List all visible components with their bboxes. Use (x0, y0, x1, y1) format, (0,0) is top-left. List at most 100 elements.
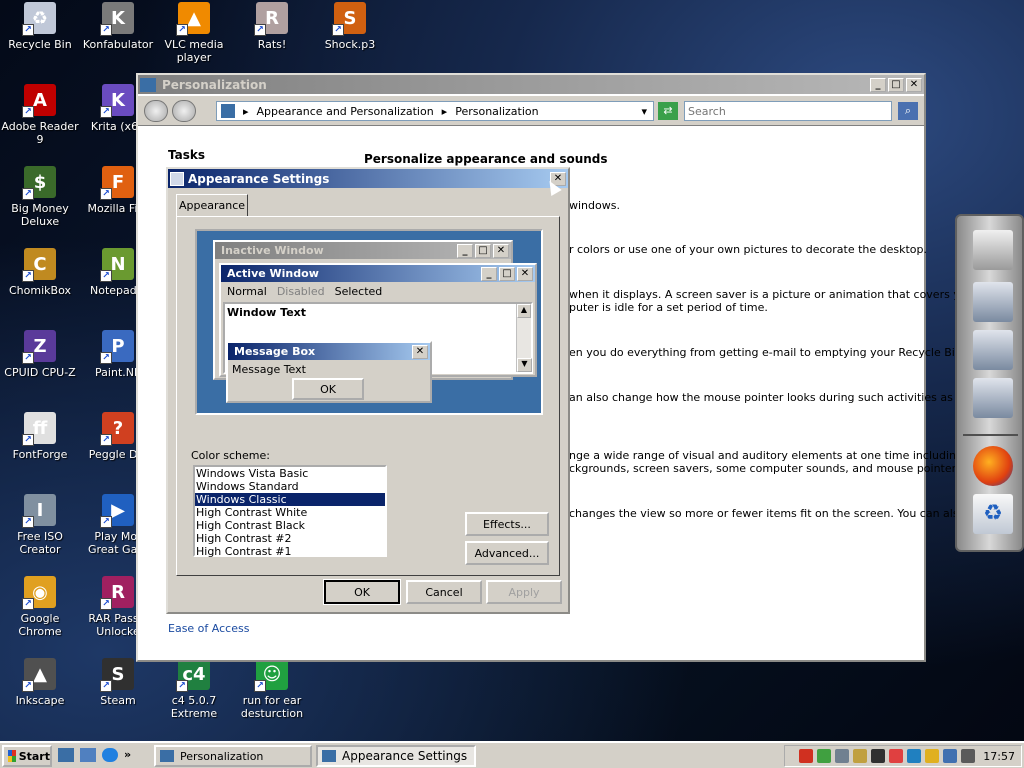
shortcut-arrow-icon: ↗ (22, 106, 34, 118)
color-scheme-option[interactable]: Windows Standard (195, 480, 385, 493)
desktop-icon[interactable]: S ↗ Shock.p3 (310, 2, 390, 51)
shortcut-arrow-icon: ↗ (332, 24, 344, 36)
window-icon (160, 750, 174, 762)
app-icon: ▲ ↗ (176, 2, 210, 36)
close-button[interactable]: ✕ (906, 77, 922, 92)
desktop-icon[interactable]: ☺ ↗ run for ear desturction (232, 658, 312, 720)
description-text: r colors or use one of your own pictures… (569, 243, 928, 256)
desktop-icon[interactable]: c4 ↗ c4 5.0.7 Extreme (154, 658, 234, 720)
shortcut-arrow-icon: ↗ (100, 680, 112, 692)
desktop-icon-label: Recycle Bin (8, 38, 72, 51)
effects-button[interactable]: Effects... (465, 512, 549, 536)
desktop-icon[interactable]: ▲ ↗ Inkscape (0, 658, 80, 707)
appearance-titlebar[interactable]: Appearance Settings ✕ (168, 169, 568, 188)
ie-icon[interactable] (102, 748, 118, 762)
apply-button[interactable]: Apply (486, 580, 562, 604)
tab-appearance[interactable]: Appearance (176, 194, 248, 216)
menu-normal: Normal (227, 284, 267, 298)
minimize-button[interactable]: _ (870, 77, 886, 92)
tray-icon[interactable] (871, 749, 886, 763)
active-window-title: Active Window (227, 267, 319, 280)
tray-icon[interactable] (853, 749, 868, 763)
tray-icon[interactable] (817, 749, 832, 763)
color-scheme-option[interactable]: High Contrast White (195, 506, 385, 519)
desktop-icon[interactable]: ◉ ↗ Google Chrome (0, 576, 80, 638)
folder-icon[interactable] (973, 378, 1013, 418)
shortcut-arrow-icon: ↗ (100, 270, 112, 282)
shortcut-arrow-icon: ↗ (100, 516, 112, 528)
desktop-icon[interactable]: R ↗ Rats! (232, 2, 312, 51)
personalization-titlebar[interactable]: Personalization _ □ ✕ (138, 75, 924, 94)
desktop-icon[interactable] (58, 748, 74, 762)
firefox-icon[interactable] (973, 446, 1013, 486)
desktop-icon[interactable]: $ ↗ Big Money Deluxe (0, 166, 80, 228)
color-scheme-option[interactable]: High Contrast #1 (195, 545, 385, 558)
tray-icon[interactable] (889, 749, 904, 763)
window-text: Window Text (227, 306, 307, 319)
volume-icon[interactable] (961, 749, 976, 763)
desktop-icon-label: Steam (100, 694, 136, 707)
clock[interactable]: 17:57 (983, 750, 1015, 763)
inactive-window-title: Inactive Window (221, 244, 324, 257)
color-scheme-option[interactable]: Windows Classic (195, 493, 385, 506)
desktop-icon[interactable]: A ↗ Adobe Reader 9 (0, 84, 80, 146)
recycle-bin-icon[interactable]: ♻ (973, 494, 1013, 534)
system-tray: 17:57 (784, 745, 1022, 767)
explorer-icon[interactable] (80, 748, 96, 762)
start-label: Start (18, 749, 50, 763)
computer-icon[interactable] (973, 230, 1013, 270)
tray-icon[interactable] (835, 749, 850, 763)
ok-button[interactable]: OK (323, 579, 401, 605)
start-button[interactable]: Start (2, 745, 52, 767)
app-icon: c4 ↗ (176, 658, 210, 692)
color-scheme-option[interactable]: Windows Vista Basic (195, 467, 385, 480)
back-button[interactable] (144, 100, 168, 122)
refresh-button[interactable]: ⇄ (658, 102, 678, 120)
ease-of-access-link[interactable]: Ease of Access (168, 622, 249, 635)
dock: ♻ (955, 214, 1024, 552)
tray-icon[interactable] (799, 749, 814, 763)
breadcrumb-appearance[interactable]: Appearance and Personalization (257, 105, 434, 118)
chevron-down-icon[interactable]: ▾ (641, 105, 647, 118)
shortcut-arrow-icon: ↗ (100, 188, 112, 200)
network-icon[interactable] (943, 749, 958, 763)
search-icon[interactable]: ⌕ (898, 102, 918, 120)
cancel-button[interactable]: Cancel (406, 580, 482, 604)
color-scheme-list[interactable]: Windows Vista Basic Windows Standard Windo… (193, 465, 387, 558)
dock-divider (963, 434, 1018, 436)
shortcut-arrow-icon: ↗ (176, 680, 188, 692)
desktop-icon[interactable]: C ↗ ChomikBox (0, 248, 80, 297)
taskbar-item[interactable]: Appearance Settings (316, 745, 476, 767)
desktop-icon[interactable]: S ↗ Steam (78, 658, 158, 707)
folder-icon[interactable] (973, 282, 1013, 322)
message-box-title: Message Box (234, 345, 316, 358)
shortcut-arrow-icon: ↗ (22, 598, 34, 610)
appearance-tab-panel: Inactive Window _ □ ✕ Active Window _ □ ✕ No… (176, 216, 560, 576)
search-input[interactable] (684, 101, 892, 121)
preview-menu: Normal Disabled Selected (221, 282, 535, 300)
breadcrumb-personalization[interactable]: Personalization (455, 105, 538, 118)
advanced-button[interactable]: Advanced... (465, 541, 549, 565)
tray-icon[interactable] (907, 749, 922, 763)
forward-button[interactable] (172, 100, 196, 122)
maximize-button[interactable]: □ (888, 77, 904, 92)
shortcut-arrow-icon: ↗ (100, 598, 112, 610)
desktop-icon[interactable]: K ↗ Konfabulator (78, 2, 158, 51)
desktop-icon[interactable]: Z ↗ CPUID CPU-Z (0, 330, 80, 379)
desktop-icon[interactable]: ♻ ↗ Recycle Bin (0, 2, 80, 51)
personalization-title: Personalization (162, 77, 267, 92)
shortcut-arrow-icon: ↗ (22, 352, 34, 364)
color-scheme-option[interactable]: High Contrast Black (195, 519, 385, 532)
desktop-icon[interactable]: I ↗ Free ISO Creator (0, 494, 80, 556)
color-scheme-option[interactable]: High Contrast #2 (195, 532, 385, 545)
desktop-icon[interactable]: ff ↗ FontForge (0, 412, 80, 461)
app-icon: P ↗ (100, 330, 134, 364)
taskbar-item[interactable]: Personalization (154, 745, 312, 767)
folder-icon[interactable] (973, 330, 1013, 370)
chevron-icon[interactable]: » (124, 748, 131, 762)
desktop-icon[interactable]: ▲ ↗ VLC media player (154, 2, 234, 64)
address-bar[interactable]: ▸ Appearance and Personalization ▸ Perso… (216, 101, 654, 121)
app-icon: $ ↗ (22, 166, 56, 200)
desktop-icon-label: ChomikBox (9, 284, 71, 297)
lock-icon[interactable] (925, 749, 940, 763)
